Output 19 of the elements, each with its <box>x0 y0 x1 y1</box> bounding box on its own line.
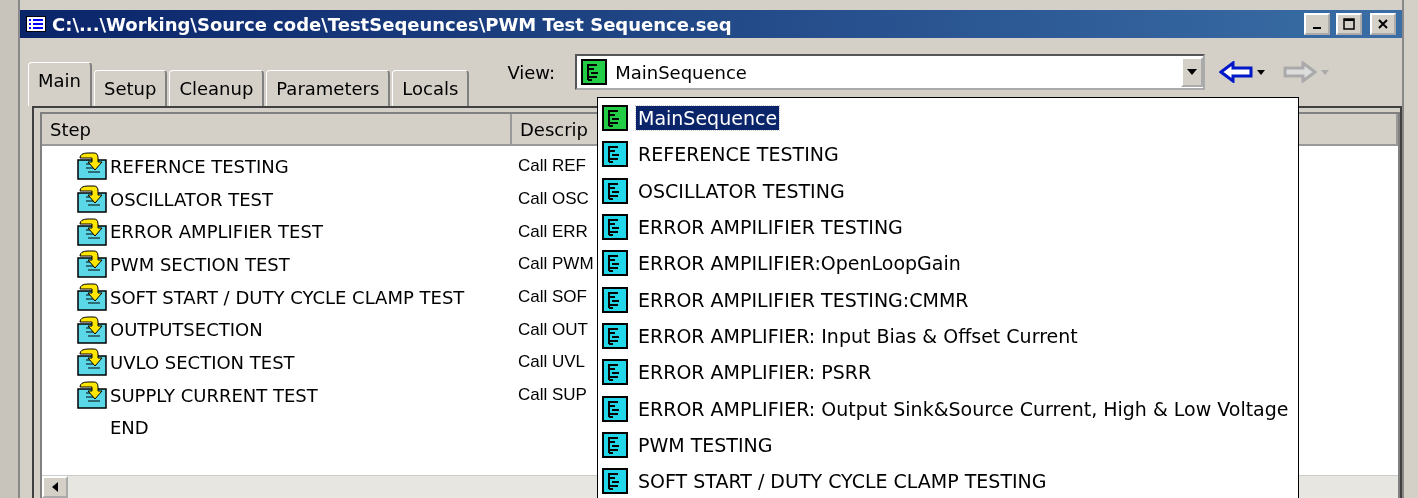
step-name: ERROR AMPLIFIER TEST <box>110 221 323 243</box>
window-title: C:\...\Working\Source code\TestSeqeunces\PWM Test Sequence.seq <box>52 13 733 35</box>
step-description: Call UVL <box>518 352 586 373</box>
step-name: SUPPLY CURRENT TEST <box>110 384 318 406</box>
step-description: Call SOF <box>518 287 587 308</box>
step-name: REFERNCE TESTING <box>110 155 289 177</box>
step-description: Call OSC <box>518 189 589 210</box>
step-description: Call OUT <box>518 319 588 340</box>
step-name: PWM SECTION TEST <box>110 253 290 275</box>
step-description: Call REF <box>518 156 586 177</box>
step-name: END <box>110 417 149 439</box>
step-description: Call PWM <box>518 254 594 275</box>
step-description: Call ERR <box>518 221 588 242</box>
step-name: UVLO SECTION TEST <box>110 351 295 373</box>
step-description: Call SUP <box>518 385 587 406</box>
step-name: OSCILLATOR TEST <box>110 188 274 210</box>
view-label: View: <box>507 61 556 83</box>
step-name: OUTPUTSECTION <box>110 319 263 341</box>
step-name: SOFT START / DUTY CYCLE CLAMP TEST <box>110 286 465 308</box>
